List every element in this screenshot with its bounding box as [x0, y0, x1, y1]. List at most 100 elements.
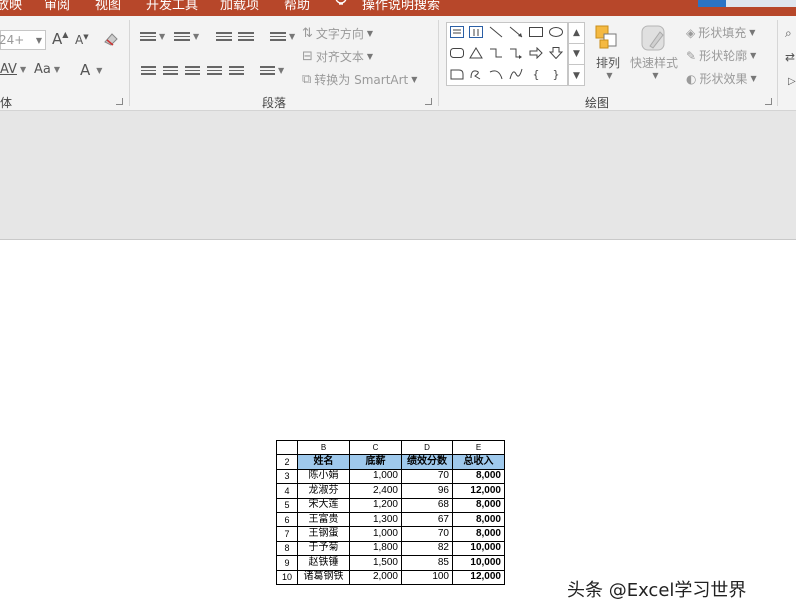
change-case-button[interactable]: Aa ▼: [34, 62, 60, 77]
arrange-button[interactable]: 排列 ▼: [594, 24, 622, 80]
chevron-down-icon: ▼: [96, 65, 103, 75]
quick-styles-icon: [641, 25, 665, 51]
header-score: 绩效分数: [401, 454, 453, 470]
shape-curve[interactable]: [508, 67, 524, 81]
tab-view[interactable]: 视图: [95, 0, 121, 13]
columns-button[interactable]: ▼: [260, 64, 284, 77]
tab-slideshow[interactable]: 放映: [0, 0, 22, 13]
gallery-scroll-up-icon[interactable]: ▲: [569, 23, 584, 44]
row-number: 5: [276, 497, 298, 513]
select-button[interactable]: ▷: [788, 76, 796, 87]
shape-freeform[interactable]: [468, 67, 484, 81]
ribbon-tab-bar: 放映 审阅 视图 开发工具 加载项 帮助 操作说明搜索: [0, 0, 796, 16]
eraser-icon: [104, 33, 118, 46]
shape-snip-rectangle[interactable]: [449, 67, 465, 81]
table-header-row: 2 姓名 底薪 绩效分数 总收入: [276, 454, 505, 470]
table-row: 6 王富贵 1,300 67 8,000: [276, 511, 505, 528]
vertical-text-box-icon: [469, 26, 483, 38]
tab-review[interactable]: 审阅: [44, 0, 70, 13]
justify-button[interactable]: [207, 64, 222, 77]
shape-rounded-rectangle[interactable]: [449, 46, 465, 60]
increase-indent-button[interactable]: [238, 30, 254, 43]
numbering-icon: [174, 30, 190, 43]
grow-font-label: A: [52, 30, 63, 48]
replace-button[interactable]: ⇄: [785, 50, 795, 64]
distributed-button[interactable]: [229, 64, 244, 77]
shape-oval[interactable]: [548, 25, 564, 39]
effects-icon: ◐: [686, 71, 697, 86]
cell-total: 12,000: [452, 483, 505, 499]
character-spacing-button[interactable]: AV ▼: [0, 62, 26, 77]
shape-vertical-textbox[interactable]: [468, 25, 484, 39]
shape-textbox[interactable]: [449, 25, 465, 39]
shape-effects-button[interactable]: ◐ 形状效果 ▼: [686, 70, 757, 87]
quick-styles-button[interactable]: 快速样式 ▼: [630, 24, 678, 80]
down-arrow-icon: [549, 47, 563, 59]
bullets-icon: [140, 30, 156, 43]
find-button[interactable]: ⌕: [785, 26, 792, 41]
shape-arrow[interactable]: [508, 25, 524, 39]
shape-down-arrow[interactable]: [548, 46, 564, 60]
bullets-button[interactable]: ▼: [140, 30, 165, 43]
chevron-down-icon: ▼: [366, 52, 374, 61]
chevron-down-icon: ▼: [289, 31, 296, 41]
font-dialog-launcher[interactable]: [116, 98, 123, 105]
shrink-font-button[interactable]: A ▼: [75, 33, 89, 47]
search-icon: ⌕: [785, 26, 792, 40]
cell-total: 8,000: [452, 526, 505, 542]
elbow-arrow-icon: [510, 48, 522, 59]
shape-arc[interactable]: [488, 67, 504, 81]
columns-icon: [260, 64, 275, 77]
drawing-dialog-launcher[interactable]: [765, 98, 772, 105]
cell-base: 1,200: [349, 497, 402, 513]
clear-formatting-button[interactable]: [102, 30, 120, 48]
ribbon: 24+ ▼ A ▲ A ▼ AV ▼ Aa ▼ A ▼ 体 ▼ ▼ ▼ ⇅ 文字方向 ▼ ⊟…: [0, 16, 796, 111]
font-color-button[interactable]: A ▼: [80, 61, 102, 79]
header-total: 总收入: [452, 454, 505, 470]
tab-developer[interactable]: 开发工具: [146, 0, 198, 13]
account-area[interactable]: [698, 0, 796, 7]
rounded-rectangle-icon: [450, 48, 464, 58]
shape-outline-button[interactable]: ✎ 形状轮廓 ▼: [686, 47, 756, 64]
cell-score: 96: [401, 483, 453, 499]
header-name: 姓名: [297, 454, 350, 470]
change-case-label: Aa: [34, 62, 51, 77]
gallery-scroll-down-icon[interactable]: ▼: [569, 44, 584, 65]
cell-score: 68: [401, 497, 453, 513]
gallery-more-icon[interactable]: ▼: [569, 65, 584, 86]
grow-font-button[interactable]: A ▲: [52, 30, 68, 48]
shape-triangle[interactable]: [468, 46, 484, 60]
table-row: 5 宋大莲 1,200 68 8,000: [276, 497, 505, 513]
shape-right-brace[interactable]: }: [548, 67, 564, 81]
shape-elbow-connector[interactable]: [488, 46, 504, 60]
align-left-button[interactable]: [141, 64, 156, 77]
align-right-icon: [185, 64, 200, 77]
cell-total: 10,000: [452, 540, 505, 557]
shapes-gallery: { }: [446, 22, 568, 86]
align-right-button[interactable]: [185, 64, 200, 77]
convert-smartart-button[interactable]: ⧉ 转换为 SmartArt ▼: [302, 71, 417, 88]
tab-addins[interactable]: 加载项: [220, 0, 259, 13]
data-table: B C D E 2 姓名 底薪 绩效分数 总收入 3 陈小娟 1,000 70 …: [276, 439, 505, 585]
font-size-value: 24+: [0, 33, 25, 47]
shape-fill-button[interactable]: ◈ 形状填充 ▼: [686, 24, 755, 41]
shape-rectangle[interactable]: [528, 25, 544, 39]
text-direction-icon: ⇅: [302, 26, 313, 41]
align-center-button[interactable]: [163, 64, 178, 77]
align-text-button[interactable]: ⊟ 对齐文本 ▼: [302, 48, 373, 65]
row-number: 3: [276, 468, 298, 485]
text-direction-button[interactable]: ⇅ 文字方向 ▼: [302, 25, 373, 42]
line-spacing-button[interactable]: ▼: [270, 30, 295, 43]
tell-me-search[interactable]: 操作说明搜索: [362, 0, 440, 13]
numbering-button[interactable]: ▼: [174, 30, 199, 43]
font-size-combobox[interactable]: 24+ ▼: [0, 30, 46, 50]
decrease-indent-button[interactable]: [216, 30, 232, 43]
paragraph-dialog-launcher[interactable]: [425, 98, 432, 105]
tab-help[interactable]: 帮助: [284, 0, 310, 13]
shape-left-brace[interactable]: {: [528, 67, 544, 81]
shrink-font-label: A: [75, 33, 84, 47]
cell-name: 王钢蛋: [297, 526, 350, 542]
shape-line[interactable]: [488, 25, 504, 39]
shape-right-arrow[interactable]: [528, 46, 544, 60]
shape-elbow-arrow[interactable]: [508, 46, 524, 60]
